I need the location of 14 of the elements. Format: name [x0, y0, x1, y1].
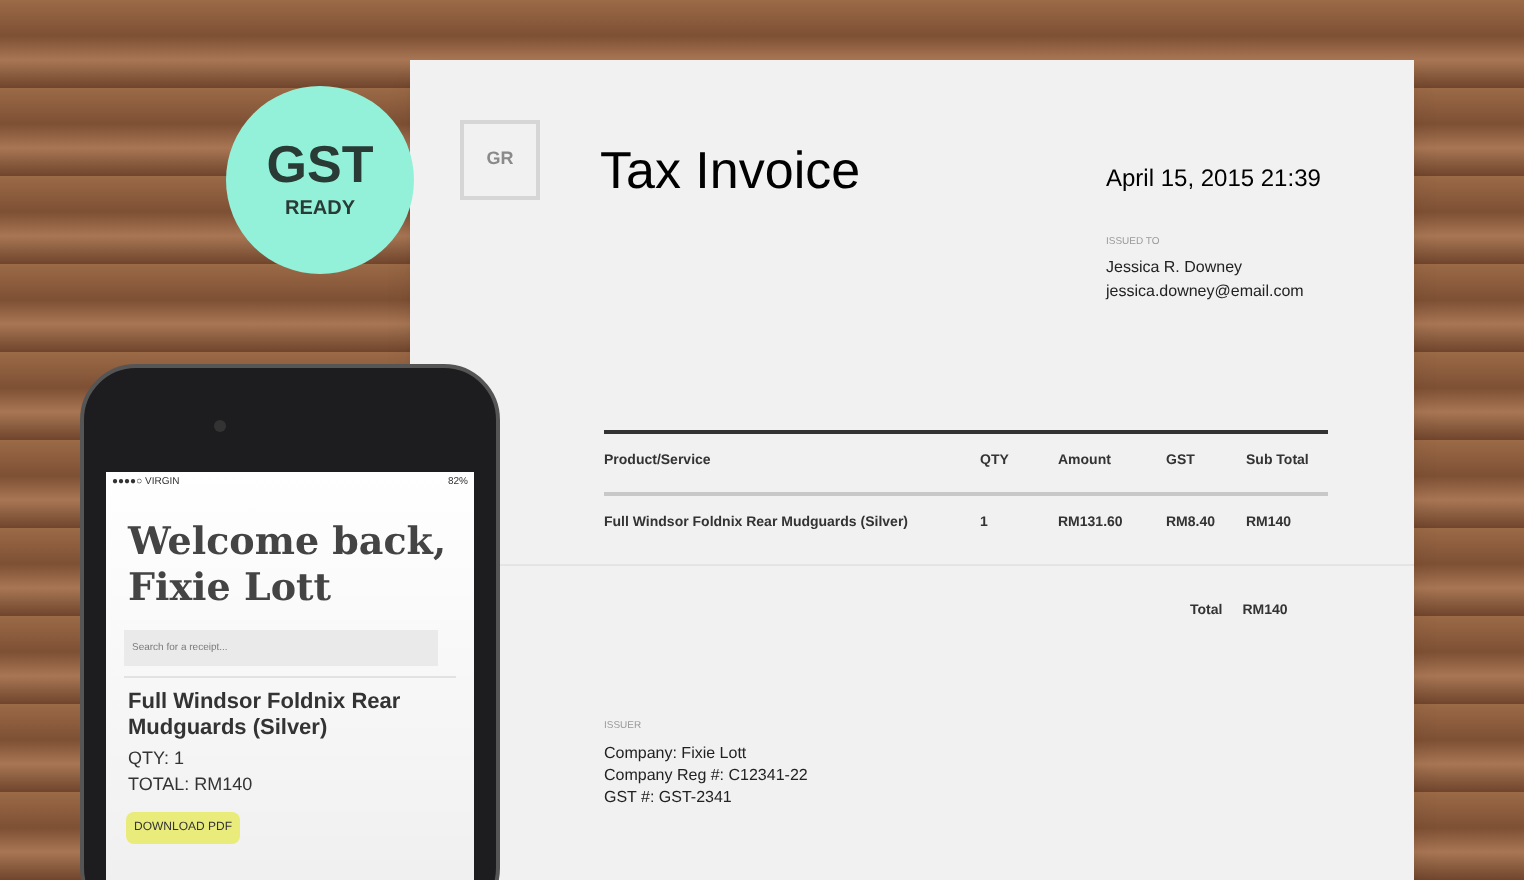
issuer-detail: Company Reg #: C12341-22 [604, 763, 808, 785]
company-logo: GR [460, 120, 540, 200]
badge-label: READY [284, 195, 355, 223]
invoice-title: Tax Invoice [600, 138, 861, 204]
receipt-title: Full Windsor Foldnix Rear Mudguards (Silver) [128, 689, 403, 741]
receipt-qty: QTY: 1 [128, 745, 187, 771]
issuer-detail: Company: Fixie Lott [604, 741, 749, 763]
welcome-heading: Welcome back, Fixie Lott [128, 519, 449, 611]
receipt-total: TOTAL: RM140 [128, 771, 255, 797]
customer-name: Jessica R. Downey [1106, 255, 1245, 279]
customer-email: jessica.downey@email.com [1106, 279, 1304, 303]
badge-logo: GST [266, 137, 374, 189]
invoice-date: April 15, 2015 21:39 [1106, 162, 1321, 196]
issuer-detail: GST #: GST-2341 [604, 785, 734, 807]
